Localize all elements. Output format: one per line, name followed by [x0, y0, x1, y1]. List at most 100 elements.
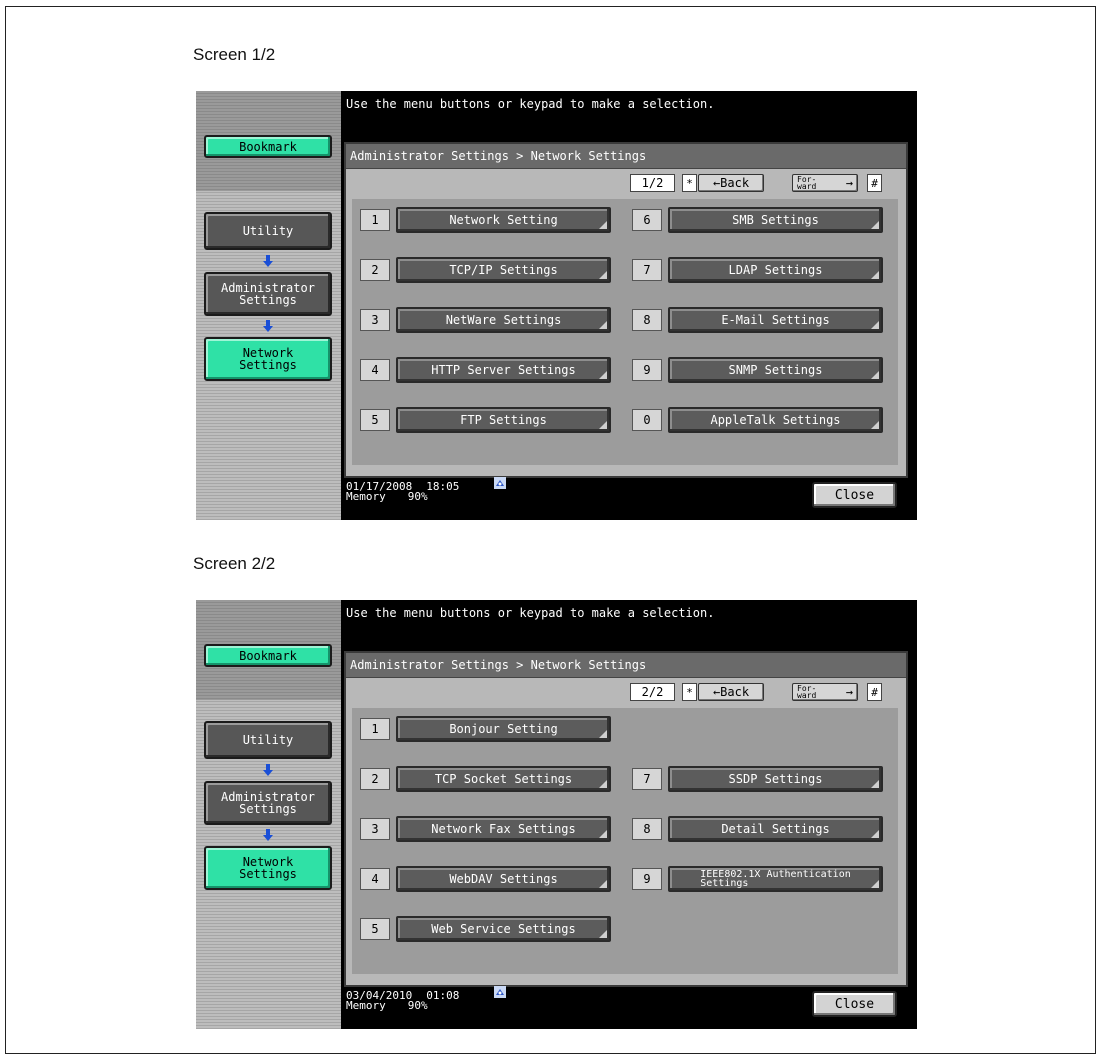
- bookmark-button[interactable]: Bookmark: [204, 135, 332, 158]
- button-corner-mark: [599, 780, 607, 788]
- forward-arrow-icon: →: [845, 176, 853, 190]
- button-corner-mark: [599, 730, 607, 738]
- menu-button-label: SMB Settings: [732, 213, 819, 227]
- forward-button[interactable]: For- ward →: [792, 174, 858, 192]
- hash-key-icon: #: [867, 174, 882, 192]
- menu-button[interactable]: NetWare Settings: [396, 307, 611, 333]
- menu-button-label: FTP Settings: [460, 413, 547, 427]
- close-button[interactable]: Close: [812, 482, 897, 508]
- menu-number-key: 5: [360, 918, 390, 940]
- administrator-settings-button[interactable]: Administrator Settings: [204, 272, 332, 316]
- menu-button-label: IEEE802.1X Authentication Settings: [700, 869, 851, 889]
- menu-button-label: SSDP Settings: [728, 772, 823, 786]
- utility-button[interactable]: Utility: [204, 721, 332, 759]
- menu-number-key: 8: [632, 309, 662, 331]
- memory-label: Memory: [346, 999, 386, 1012]
- screen-panel-1: Bookmark Utility Administrator Settings …: [196, 91, 917, 520]
- forward-label: For- ward: [797, 175, 817, 191]
- administrator-settings-button[interactable]: Administrator Settings: [204, 781, 332, 825]
- menu-button[interactable]: SMB Settings: [668, 207, 883, 233]
- menu-number-key: 6: [632, 209, 662, 231]
- back-button[interactable]: ←Back: [698, 174, 764, 192]
- menu-number-key: 9: [632, 868, 662, 890]
- menu-button-label: Network Fax Settings: [431, 822, 576, 836]
- menu-button[interactable]: FTP Settings: [396, 407, 611, 433]
- menu-button-label: SNMP Settings: [728, 363, 823, 377]
- main-area: Administrator Settings > Network Setting…: [344, 142, 908, 478]
- menu-button-label: E-Mail Settings: [721, 313, 830, 327]
- button-corner-mark: [599, 221, 607, 229]
- button-corner-mark: [871, 880, 879, 888]
- instruction-message: Use the menu buttons or keypad to make a…: [346, 97, 715, 111]
- menu-button[interactable]: TCP Socket Settings: [396, 766, 611, 792]
- menu-button-label: TCP Socket Settings: [434, 772, 573, 786]
- menu-number-key: 7: [632, 259, 662, 281]
- main-area: Administrator Settings > Network Setting…: [344, 651, 908, 987]
- menu-button-label: LDAP Settings: [728, 263, 823, 277]
- breadcrumb: Administrator Settings > Network Setting…: [346, 653, 906, 678]
- menu-button[interactable]: HTTP Server Settings: [396, 357, 611, 383]
- breadcrumb: Administrator Settings > Network Setting…: [346, 144, 906, 169]
- menu-button[interactable]: E-Mail Settings: [668, 307, 883, 333]
- menu-button-label: HTTP Server Settings: [431, 363, 576, 377]
- menu-button[interactable]: TCP/IP Settings: [396, 257, 611, 283]
- menu-button[interactable]: IEEE802.1X Authentication Settings: [668, 866, 883, 892]
- menu-button-label: WebDAV Settings: [449, 872, 558, 886]
- menu-grid: 1 Bonjour Setting 2 TCP Socket Settings 3 Net…: [352, 708, 898, 974]
- button-corner-mark: [599, 930, 607, 938]
- time: 18:05: [426, 480, 460, 493]
- menu-number-key: 2: [360, 259, 390, 281]
- utility-button[interactable]: Utility: [204, 212, 332, 250]
- screen-caption-2: Screen 2/2: [193, 554, 276, 573]
- menu-number-key: 8: [632, 818, 662, 840]
- menu-number-key: 9: [632, 359, 662, 381]
- button-corner-mark: [871, 830, 879, 838]
- menu-button[interactable]: Network Fax Settings: [396, 816, 611, 842]
- menu-number-key: 4: [360, 868, 390, 890]
- back-button[interactable]: ←Back: [698, 683, 764, 701]
- menu-button[interactable]: Bonjour Setting: [396, 716, 611, 742]
- button-corner-mark: [871, 371, 879, 379]
- page-indicator: 2/2: [630, 683, 675, 701]
- button-corner-mark: [599, 271, 607, 279]
- button-corner-mark: [599, 421, 607, 429]
- forward-button[interactable]: For- ward →: [792, 683, 858, 701]
- down-arrow-icon: [263, 829, 273, 841]
- menu-number-key: 3: [360, 818, 390, 840]
- memory-label: Memory: [346, 490, 386, 503]
- menu-number-key: 2: [360, 768, 390, 790]
- menu-button[interactable]: WebDAV Settings: [396, 866, 611, 892]
- star-key-icon: *: [682, 174, 697, 192]
- network-settings-button[interactable]: Network Settings: [204, 337, 332, 381]
- menu-button-label: Web Service Settings: [431, 922, 576, 936]
- menu-number-key: 5: [360, 409, 390, 431]
- button-corner-mark: [871, 221, 879, 229]
- button-corner-mark: [871, 780, 879, 788]
- network-status-icon: [494, 477, 506, 489]
- hash-key-icon: #: [867, 683, 882, 701]
- network-status-icon: [494, 986, 506, 998]
- close-button[interactable]: Close: [812, 991, 897, 1017]
- button-corner-mark: [871, 321, 879, 329]
- button-corner-mark: [871, 271, 879, 279]
- menu-button[interactable]: SNMP Settings: [668, 357, 883, 383]
- bookmark-button[interactable]: Bookmark: [204, 644, 332, 667]
- page-indicator: 1/2: [630, 174, 675, 192]
- menu-button[interactable]: Web Service Settings: [396, 916, 611, 942]
- menu-number-key: 4: [360, 359, 390, 381]
- menu-button[interactable]: LDAP Settings: [668, 257, 883, 283]
- down-arrow-icon: [263, 320, 273, 332]
- button-corner-mark: [599, 321, 607, 329]
- menu-button[interactable]: Network Setting: [396, 207, 611, 233]
- down-arrow-icon: [263, 255, 273, 267]
- menu-button[interactable]: Detail Settings: [668, 816, 883, 842]
- screen-caption-1: Screen 1/2: [193, 45, 276, 64]
- menu-button[interactable]: AppleTalk Settings: [668, 407, 883, 433]
- forward-label: For- ward: [797, 684, 817, 700]
- network-settings-button[interactable]: Network Settings: [204, 846, 332, 890]
- menu-button[interactable]: SSDP Settings: [668, 766, 883, 792]
- down-arrow-icon: [263, 764, 273, 776]
- time: 01:08: [426, 989, 460, 1002]
- status-area: 01/17/2008 18:05 Memory 90%: [346, 480, 460, 503]
- menu-number-key: 3: [360, 309, 390, 331]
